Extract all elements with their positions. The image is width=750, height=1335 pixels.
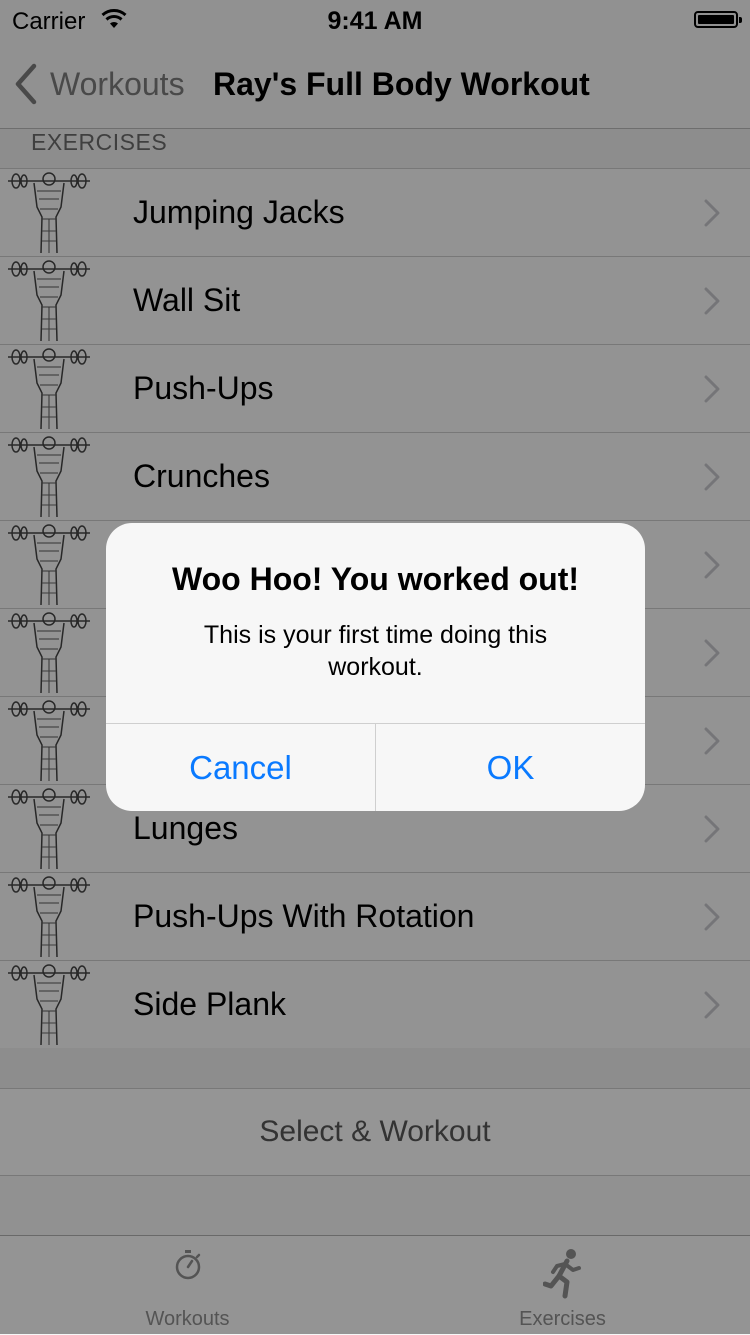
alert-button-row: Cancel OK	[106, 723, 645, 811]
alert-title: Woo Hoo! You worked out!	[171, 561, 580, 597]
alert-ok-button[interactable]: OK	[376, 724, 645, 811]
alert-cancel-button[interactable]: Cancel	[106, 724, 376, 811]
alert-dialog: Woo Hoo! You worked out! This is your fi…	[106, 523, 645, 811]
alert-message: This is your first time doing this worko…	[203, 621, 548, 681]
